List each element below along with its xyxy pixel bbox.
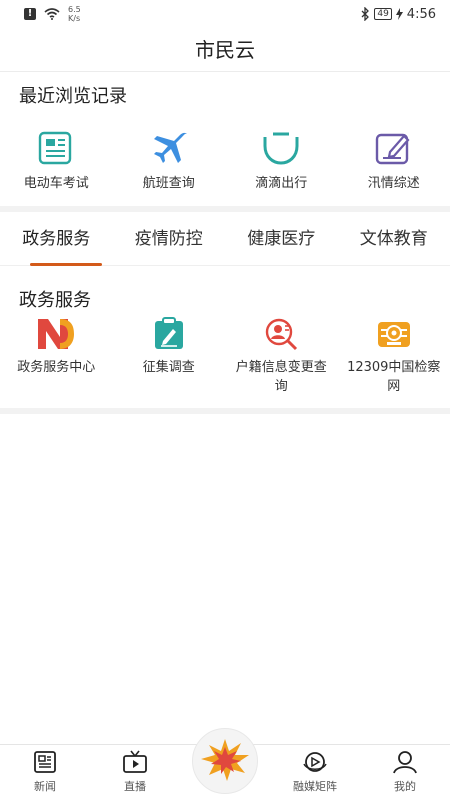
city-logo-icon bbox=[201, 739, 249, 781]
news-icon bbox=[34, 751, 56, 773]
recent-history-section: 最近浏览记录 电动车考试 航班查询 滴滴出行 汛情综述 bbox=[0, 72, 450, 206]
section-title-gov: 政务服务 bbox=[19, 290, 91, 311]
tab-gov-services[interactable]: 政务服务 bbox=[0, 212, 113, 266]
alert-icon: ! bbox=[24, 8, 36, 20]
tab-epidemic[interactable]: 疫情防控 bbox=[113, 212, 226, 265]
city-logo-button[interactable] bbox=[192, 728, 258, 794]
tab-health[interactable]: 健康医疗 bbox=[225, 212, 338, 265]
status-bar: ! 6.5 K/s 49 4:56 bbox=[0, 0, 450, 28]
profile-icon bbox=[393, 751, 417, 774]
service-label: 12309中国检察网 bbox=[347, 360, 441, 394]
recent-item-label: 电动车考试 bbox=[23, 176, 89, 191]
wifi-icon bbox=[44, 8, 60, 20]
nav-live[interactable]: 直播 bbox=[90, 745, 180, 800]
category-tabs: 政务服务 疫情防控 健康医疗 文体教育 bbox=[0, 212, 450, 266]
service-procuratorate[interactable]: 12309中国检察网 bbox=[338, 316, 450, 396]
tab-culture-edu[interactable]: 文体教育 bbox=[338, 212, 450, 265]
nav-media-matrix[interactable]: 融媒矩阵 bbox=[270, 745, 360, 800]
nav-news[interactable]: 新闻 bbox=[0, 745, 90, 800]
nav-profile[interactable]: 我的 bbox=[360, 745, 450, 800]
service-survey[interactable]: 征集调查 bbox=[113, 316, 226, 396]
charging-icon bbox=[395, 8, 403, 20]
section-divider bbox=[0, 408, 450, 414]
nav-label: 我的 bbox=[394, 780, 416, 793]
tv-icon bbox=[123, 750, 147, 773]
network-speed: 6.5 K/s bbox=[68, 5, 81, 23]
service-gov-center[interactable]: 政务服务中心 bbox=[0, 316, 113, 396]
clipboard-edit-icon bbox=[147, 316, 191, 352]
gov-services-section: 政务服务 政务服务中心 征集调查 户籍信息变更查询 12309中国检察网 bbox=[0, 266, 450, 408]
clock: 4:56 bbox=[406, 6, 436, 22]
n-logo-icon bbox=[34, 316, 78, 352]
nav-label: 融媒矩阵 bbox=[293, 780, 337, 793]
section-title-recent: 最近浏览记录 bbox=[19, 86, 127, 107]
document-list-icon bbox=[34, 128, 78, 168]
airplane-icon bbox=[147, 128, 191, 168]
service-household-registry[interactable]: 户籍信息变更查询 bbox=[225, 316, 338, 396]
service-label: 征集调查 bbox=[142, 360, 195, 375]
page-title: 市民云 bbox=[0, 28, 450, 72]
recent-item-label: 汛情综述 bbox=[367, 176, 420, 191]
media-matrix-icon bbox=[303, 752, 327, 772]
battery-indicator: 49 bbox=[374, 8, 392, 20]
procuratorate-badge-icon bbox=[372, 316, 416, 352]
recent-item-flight-search[interactable]: 航班查询 bbox=[113, 128, 226, 193]
recent-item-didi[interactable]: 滴滴出行 bbox=[225, 128, 338, 193]
recent-item-flood-overview[interactable]: 汛情综述 bbox=[338, 128, 450, 193]
nav-label: 新闻 bbox=[34, 780, 56, 793]
recent-item-label: 航班查询 bbox=[142, 176, 195, 191]
person-search-icon bbox=[259, 316, 303, 352]
didi-icon bbox=[259, 128, 303, 168]
service-label: 户籍信息变更查询 bbox=[235, 360, 327, 394]
nav-label: 直播 bbox=[124, 780, 146, 793]
edit-note-icon bbox=[372, 128, 416, 168]
recent-item-label: 滴滴出行 bbox=[255, 176, 308, 191]
service-label: 政务服务中心 bbox=[17, 360, 96, 375]
recent-item-ebike-exam[interactable]: 电动车考试 bbox=[0, 128, 113, 193]
bluetooth-icon bbox=[361, 7, 370, 21]
